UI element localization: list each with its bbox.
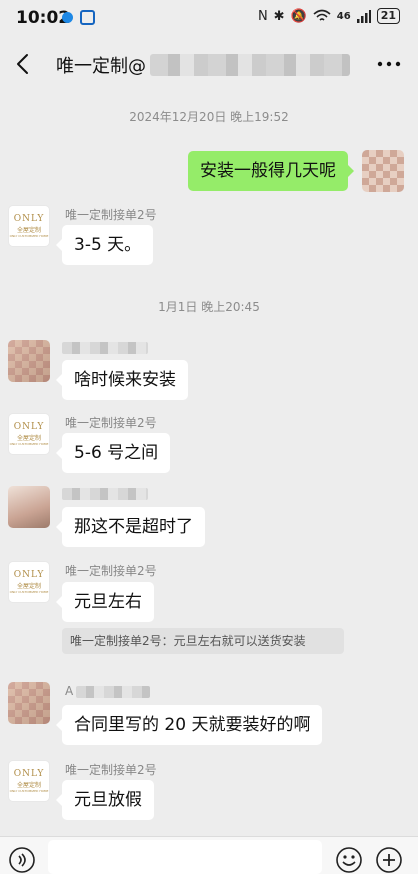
quoted-message[interactable]: 唯一定制接单2号：元旦左右就可以送货安装 [62,628,344,654]
message-bubble[interactable]: 元旦左右 [56,582,154,622]
merchant-avatar[interactable]: ONLY 全屋定制 ONLY CUSTOMIZED HOME [8,760,50,802]
merchant-avatar[interactable]: ONLY 全屋定制 ONLY CUSTOMIZED HOME [8,205,50,247]
sender-name: 唯一定制接单2号 [65,416,157,430]
signal-label: 46 [336,10,351,22]
plus-icon[interactable] [375,846,403,874]
back-icon[interactable] [10,50,38,78]
sender-name-redacted [62,488,148,500]
message-bubble[interactable]: 5-6 号之间 [55,433,171,473]
message-bubble[interactable]: 元旦放假 [56,780,154,820]
wifi-icon [313,9,331,21]
app-notification-icon [80,10,95,25]
message-input[interactable] [48,840,322,874]
status-bar: 10:02 N ✱ 🔕 46 21 [0,0,418,36]
signal-icon [356,9,371,23]
nfc-icon: N [257,8,268,24]
chat-bubble-notification-icon [62,12,73,23]
sender-name: 唯一定制接单2号 [65,564,157,578]
status-icons: N ✱ 🔕 46 21 [258,8,400,24]
merchant-avatar[interactable]: ONLY 全屋定制 ONLY CUSTOMIZED HOME [8,561,50,603]
self-avatar[interactable] [362,150,404,192]
customer-avatar[interactable] [8,682,50,724]
message-timestamp: 2024年12月20日 晚上19:52 [129,110,289,124]
sender-name-redacted [62,342,148,354]
message-bubble[interactable]: 那这不是超时了 [56,507,205,547]
message-bubble[interactable]: 3-5 天。 [55,225,154,265]
customer-avatar[interactable] [8,486,50,528]
more-icon[interactable] [374,52,404,76]
self-message-bubble[interactable]: 安装一般得几天呢 [188,151,354,191]
customer-avatar[interactable] [8,340,50,382]
sender-name: 唯一定制接单2号 [65,208,157,222]
mute-icon: 🔕 [290,8,307,24]
sender-name: 唯一定制接单2号 [65,763,157,777]
message-timestamp: 1月1日 晚上20:45 [158,300,260,314]
emoji-icon[interactable] [335,846,363,874]
chat-header: 唯一定制@ [0,36,418,92]
sender-name-redacted [76,686,150,698]
message-bubble[interactable]: 合同里写的 20 天就要装好的啊 [55,705,323,745]
bluetooth-icon: ✱ [273,8,285,24]
merchant-avatar[interactable]: ONLY 全屋定制 ONLY CUSTOMIZED HOME [8,413,50,455]
sender-name: A [65,684,74,698]
chat-input-bar [0,836,418,874]
voice-icon[interactable] [8,846,36,874]
title-redacted-region [150,54,350,76]
battery-indicator: 21 [376,8,400,24]
message-bubble[interactable]: 啥时候来安装 [56,360,188,400]
chat-title: 唯一定制@ [56,56,146,77]
